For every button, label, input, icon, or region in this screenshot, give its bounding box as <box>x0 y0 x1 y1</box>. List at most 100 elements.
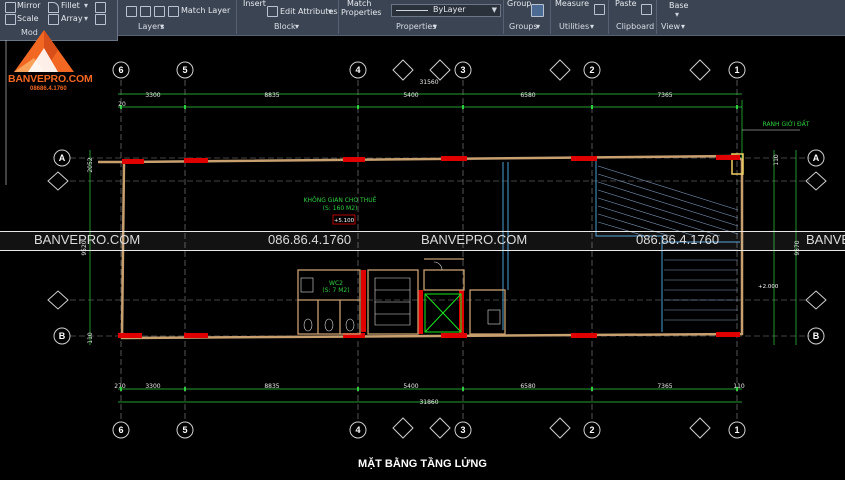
dim-3300: 3300 <box>145 383 160 390</box>
copy-icon[interactable] <box>641 4 652 15</box>
mirror-icon[interactable] <box>5 2 16 13</box>
dim-8835: 8835 <box>264 383 279 390</box>
chevron-down-icon[interactable]: ▾ <box>675 10 679 19</box>
scale-icon[interactable] <box>5 14 16 25</box>
room-area: (S: 160 M2) <box>323 205 358 212</box>
dim-5400: 5400 <box>403 383 418 390</box>
fillet-button[interactable]: Fillet <box>61 1 80 10</box>
mirror-button[interactable]: Mirror <box>17 1 41 10</box>
axis-label: B <box>59 331 66 341</box>
fillet-chevron-icon[interactable]: ▾ <box>84 1 88 10</box>
chevron-down-icon: ▼ <box>491 6 497 14</box>
chevron-down-icon[interactable]: ▾ <box>328 7 332 16</box>
block-chevron-icon[interactable]: ▾ <box>295 22 299 31</box>
array-chevron-icon[interactable]: ▾ <box>84 14 88 23</box>
dim-6580: 6580 <box>520 92 535 99</box>
bottom-axis-labels: 6 5 4 3 2 1 <box>118 425 739 435</box>
axis-label: 1 <box>734 425 739 435</box>
level-tag: +5.100 <box>334 218 355 224</box>
calculator-icon[interactable] <box>594 4 605 15</box>
watermark-site-cut: BANVE <box>806 232 845 247</box>
axis-label: 5 <box>182 65 187 75</box>
cad-drawing-canvas[interactable]: 6 5 4 3 2 1 6 5 4 3 2 1 A B A B 31560 33… <box>0 35 845 480</box>
properties-panel-title[interactable]: Properties <box>396 22 436 31</box>
axis-label: 3 <box>460 425 465 435</box>
insert-button[interactable]: Insert <box>243 0 266 8</box>
axis-label: 5 <box>182 425 187 435</box>
axis-label: A <box>813 153 820 163</box>
array-button[interactable]: Array <box>61 14 83 23</box>
match-properties-line1[interactable]: Match <box>347 0 371 8</box>
layers-chevron-icon[interactable]: ▾ <box>160 22 164 31</box>
plan-title: MẶT BẰNG TẦNG LỬNG <box>358 458 487 470</box>
dim-7365: 7365 <box>657 92 672 99</box>
dim-side-small-bottom: 110 <box>87 332 94 344</box>
match-layer-button[interactable]: Match Layer <box>181 6 230 15</box>
panel-divider <box>656 0 657 34</box>
axis-label: 6 <box>118 65 123 75</box>
block-panel-title[interactable]: Block <box>274 22 296 31</box>
measure-button[interactable]: Measure <box>555 0 589 8</box>
layer-lock-icon[interactable] <box>154 6 165 17</box>
watermark-site: BANVEPRO.COM <box>421 232 528 247</box>
boundary-label: RANH GIỚI ĐẤT <box>763 120 810 128</box>
view-panel-title[interactable]: View <box>661 22 680 31</box>
wc-name: WC2 <box>329 280 343 287</box>
axis-label: 2 <box>589 425 594 435</box>
room-name: KHÔNG GIAN CHO THUÊ <box>304 196 377 204</box>
linetype-dropdown[interactable]: ByLayer ▼ <box>391 4 501 17</box>
bottom-axis-bubbles <box>112 421 746 439</box>
layer-freeze-icon[interactable] <box>140 6 151 17</box>
top-level-markers <box>392 59 711 81</box>
edit-attributes-icon[interactable] <box>267 6 278 17</box>
paste-button[interactable]: Paste <box>615 0 637 8</box>
panel-divider <box>236 0 237 34</box>
group-button[interactable]: Group <box>507 0 531 8</box>
top-axis-bubbles <box>112 61 746 79</box>
panel-divider <box>503 0 504 34</box>
axis-label: 2 <box>589 65 594 75</box>
clipboard-panel-title[interactable]: Clipboard <box>616 22 654 31</box>
groups-panel-title[interactable]: Groups <box>509 22 538 31</box>
match-layer-icon[interactable] <box>168 6 179 17</box>
dim-3300: 3300 <box>145 92 160 99</box>
dim-side-small: 110 <box>773 154 780 166</box>
groups-chevron-icon[interactable]: ▾ <box>536 22 540 31</box>
dim-side-top: 2052 <box>87 157 94 172</box>
watermark-site: BANVEPRO.COM <box>34 232 141 247</box>
layer-state-icon[interactable] <box>126 6 137 17</box>
utilities-chevron-icon[interactable]: ▾ <box>590 22 594 31</box>
axis-label: A <box>59 153 66 163</box>
axis-label: B <box>813 331 820 341</box>
panel-divider <box>338 0 339 34</box>
wc-core-walls <box>297 258 506 335</box>
dim-edge-top-left: 20 <box>118 101 126 108</box>
dim-5400: 5400 <box>403 92 418 99</box>
axis-label: 3 <box>460 65 465 75</box>
group-select-icon[interactable] <box>531 4 544 17</box>
watermark-phone: 086.86.4.1760 <box>636 232 720 247</box>
utilities-panel-title[interactable]: Utilities <box>559 22 589 31</box>
level-tag-right: +2.000 <box>758 284 779 290</box>
dim-edge-left: 270 <box>114 383 126 390</box>
explode-icon[interactable] <box>95 2 106 13</box>
offset-icon[interactable] <box>95 14 106 25</box>
dim-8835: 8835 <box>264 92 279 99</box>
match-properties-button[interactable]: Properties <box>341 8 381 17</box>
array-icon[interactable] <box>48 14 59 25</box>
fillet-icon[interactable] <box>48 2 59 13</box>
axis-label: 4 <box>355 65 360 75</box>
properties-chevron-icon[interactable]: ▾ <box>433 22 437 31</box>
base-button[interactable]: Base <box>669 1 688 10</box>
axis-label: 1 <box>734 65 739 75</box>
ribbon-toolbar: Match Layer Layers ▾ Insert Edit Attribu… <box>0 0 845 36</box>
panel-divider <box>550 0 551 34</box>
scale-button[interactable]: Scale <box>17 14 39 23</box>
top-axis-labels: 6 5 4 3 2 1 <box>118 65 739 75</box>
dim-edge-right: 110 <box>733 383 745 390</box>
bottom-level-markers <box>392 417 711 439</box>
watermark-phone: 086.86.4.1760 <box>268 232 352 247</box>
wc-area: (S: 7 M2) <box>322 287 349 294</box>
panel-divider <box>608 0 609 34</box>
view-chevron-icon[interactable]: ▾ <box>681 22 685 31</box>
